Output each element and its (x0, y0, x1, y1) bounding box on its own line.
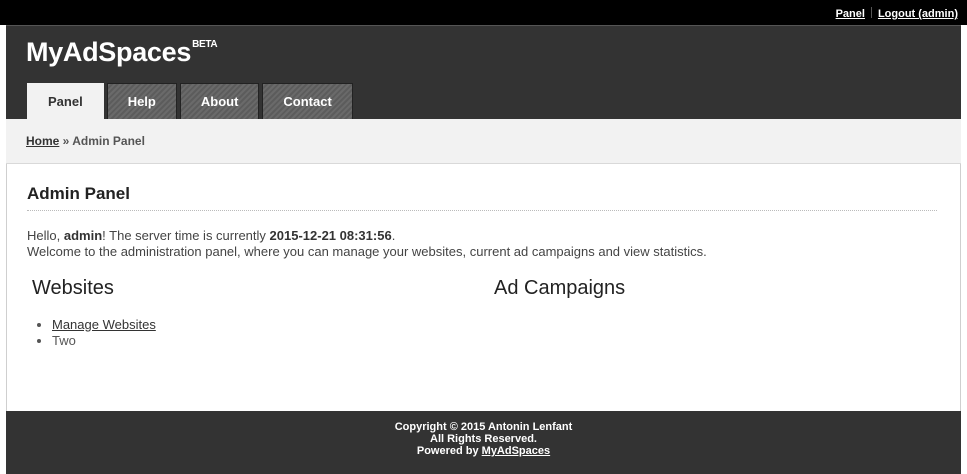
welcome-text: Welcome to the administration panel, whe… (27, 244, 707, 259)
tab-about[interactable]: About (179, 83, 260, 120)
username: admin (63, 228, 103, 243)
logout-link[interactable]: Logout (admin) (878, 8, 958, 20)
websites-list: Manage Websites Two (52, 317, 156, 349)
top-links: Panel Logout (admin) (836, 7, 958, 20)
intro-text: Hello, admin! The server time is current… (27, 228, 707, 260)
greeting-suffix: . (391, 228, 396, 243)
page-title: Admin Panel (27, 184, 130, 203)
greeting-prefix: Hello, (27, 228, 64, 243)
brand-name: MyAdSpaces (26, 37, 192, 67)
greeting-mid: ! The server time is currently (102, 228, 270, 243)
ad-campaigns-heading: Ad Campaigns (494, 277, 626, 299)
tab-contact[interactable]: Contact (262, 83, 353, 120)
websites-heading: Websites (32, 277, 114, 299)
breadcrumb-home-link[interactable]: Home (26, 134, 59, 148)
footer-powered: Powered by MyAdSpaces (6, 445, 961, 457)
breadcrumb-bar: Home » Admin Panel (6, 119, 961, 164)
tab-panel[interactable]: Panel (27, 83, 104, 120)
title-divider (27, 210, 937, 211)
main-nav: Panel Help About Contact (27, 83, 356, 120)
list-item: Manage Websites (52, 317, 156, 333)
site-footer: Copyright © 2015 Antonin Lenfant All Rig… (6, 411, 961, 474)
breadcrumb-current: Admin Panel (72, 134, 145, 148)
tab-help[interactable]: Help (106, 83, 177, 120)
top-bar: Panel Logout (admin) (0, 0, 967, 25)
footer-powered-link[interactable]: MyAdSpaces (482, 445, 550, 457)
beta-badge: BETA (192, 39, 218, 50)
list-item: Two (52, 333, 156, 349)
footer-copyright: Copyright © 2015 Antonin Lenfant (394, 421, 573, 433)
breadcrumb-separator: » (59, 134, 73, 148)
manage-websites-link[interactable]: Manage Websites (52, 317, 156, 332)
site-logo[interactable]: MyAdSpacesBETA (26, 37, 218, 68)
server-time: 2015-12-21 08:31:56 (269, 228, 392, 243)
footer-powered-prefix: Powered by (416, 445, 482, 457)
site-header: MyAdSpacesBETA Panel Help About Contact (6, 25, 961, 120)
panel-link[interactable]: Panel (836, 8, 865, 20)
breadcrumb: Home » Admin Panel (26, 134, 145, 148)
footer-rights: All Rights Reserved. (430, 433, 537, 445)
top-links-separator (870, 7, 872, 18)
